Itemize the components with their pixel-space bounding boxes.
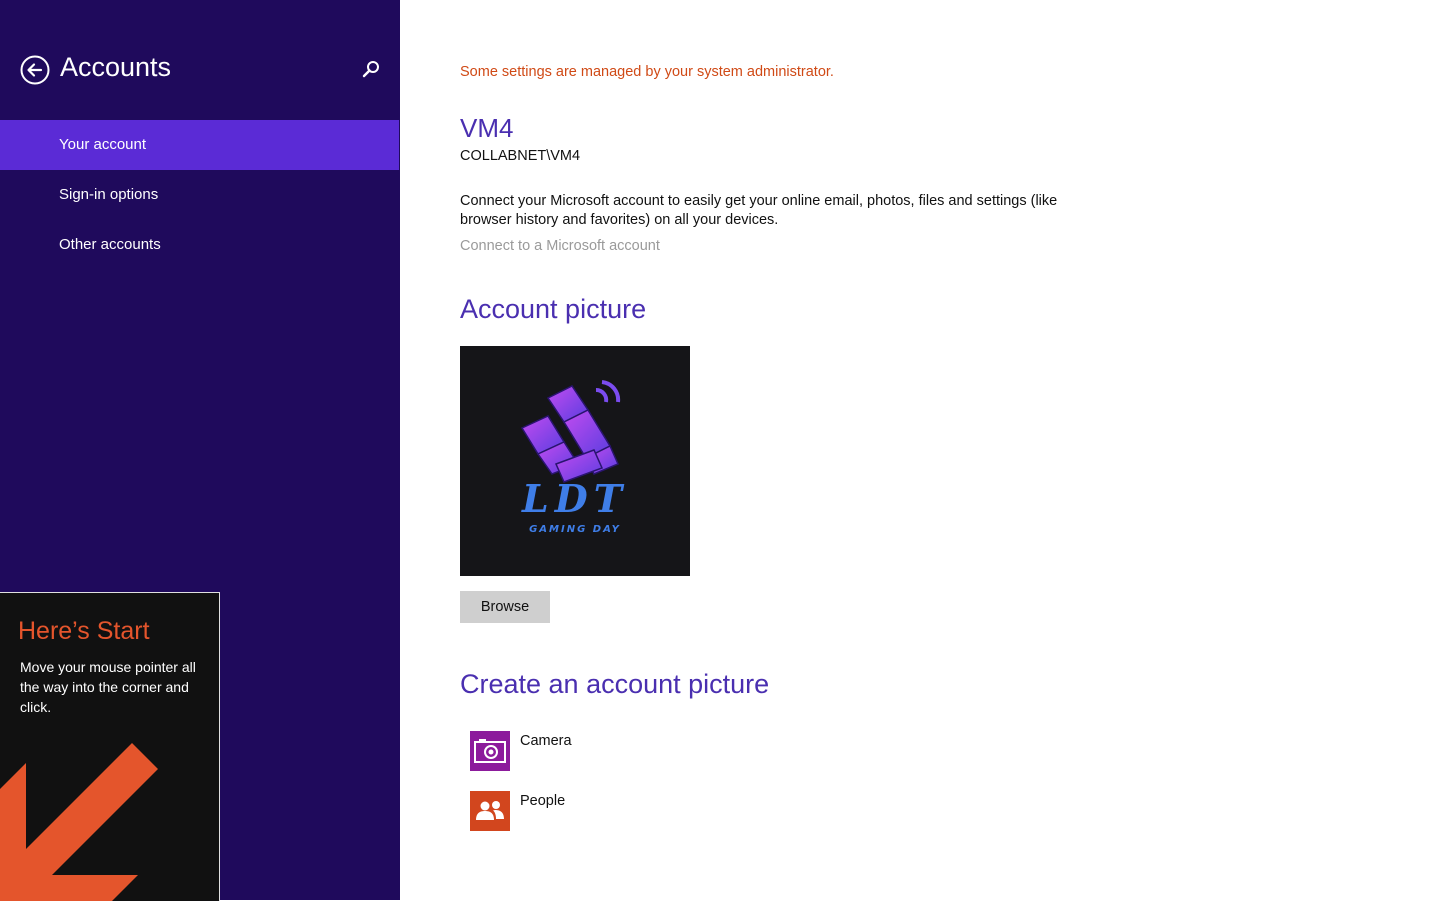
camera-icon (474, 739, 506, 763)
sidebar-item-other-accounts[interactable]: Other accounts (0, 220, 400, 270)
camera-tile (470, 731, 510, 771)
people-tile (470, 791, 510, 831)
tip-text: Move your mouse pointer all the way into… (20, 659, 196, 715)
start-tip-panel: Here’s Start Move your mouse pointer all… (0, 592, 220, 901)
camera-label: Camera (520, 733, 572, 749)
browse-button[interactable]: Browse (460, 591, 550, 623)
search-icon (362, 61, 379, 78)
ldt-logo-image: LDT GAMING DAY (520, 380, 628, 535)
people-label: People (520, 793, 566, 809)
sidebar-item-label: Sign-in options (59, 186, 159, 203)
create-account-picture-heading: Create an account picture (460, 669, 770, 699)
sidebar-item-sign-in-options[interactable]: Sign-in options (0, 170, 400, 220)
user-domain-name: COLLABNET\VM4 (460, 148, 581, 164)
account-picture-heading: Account picture (460, 294, 647, 324)
connect-microsoft-account-link[interactable]: Connect to a Microsoft account (460, 238, 660, 254)
account-picture: LDT GAMING DAY (460, 346, 690, 576)
sidebar-title: Accounts (60, 52, 172, 82)
sidebar-item-label: Your account (59, 136, 147, 153)
sidebar-item-your-account[interactable]: Your account (0, 120, 399, 170)
svg-text:LDT: LDT (521, 476, 628, 521)
sidebar-item-label: Other accounts (59, 236, 161, 253)
corner-arrow-icon (0, 743, 158, 901)
sidebar-nav: Your account Sign-in options Other accou… (0, 120, 400, 270)
back-button[interactable] (20, 55, 50, 85)
svg-text:GAMING DAY: GAMING DAY (529, 524, 621, 535)
tip-title: Here’s Start (18, 617, 150, 645)
main-content: Some settings are managed by your system… (460, 0, 1440, 900)
admin-managed-notice: Some settings are managed by your system… (460, 64, 834, 80)
user-display-name: VM4 (460, 113, 514, 143)
back-arrow-icon (20, 55, 50, 85)
people-icon (476, 801, 504, 820)
connect-description: Connect your Microsoft account to easily… (460, 193, 1058, 228)
search-button[interactable] (362, 60, 380, 80)
